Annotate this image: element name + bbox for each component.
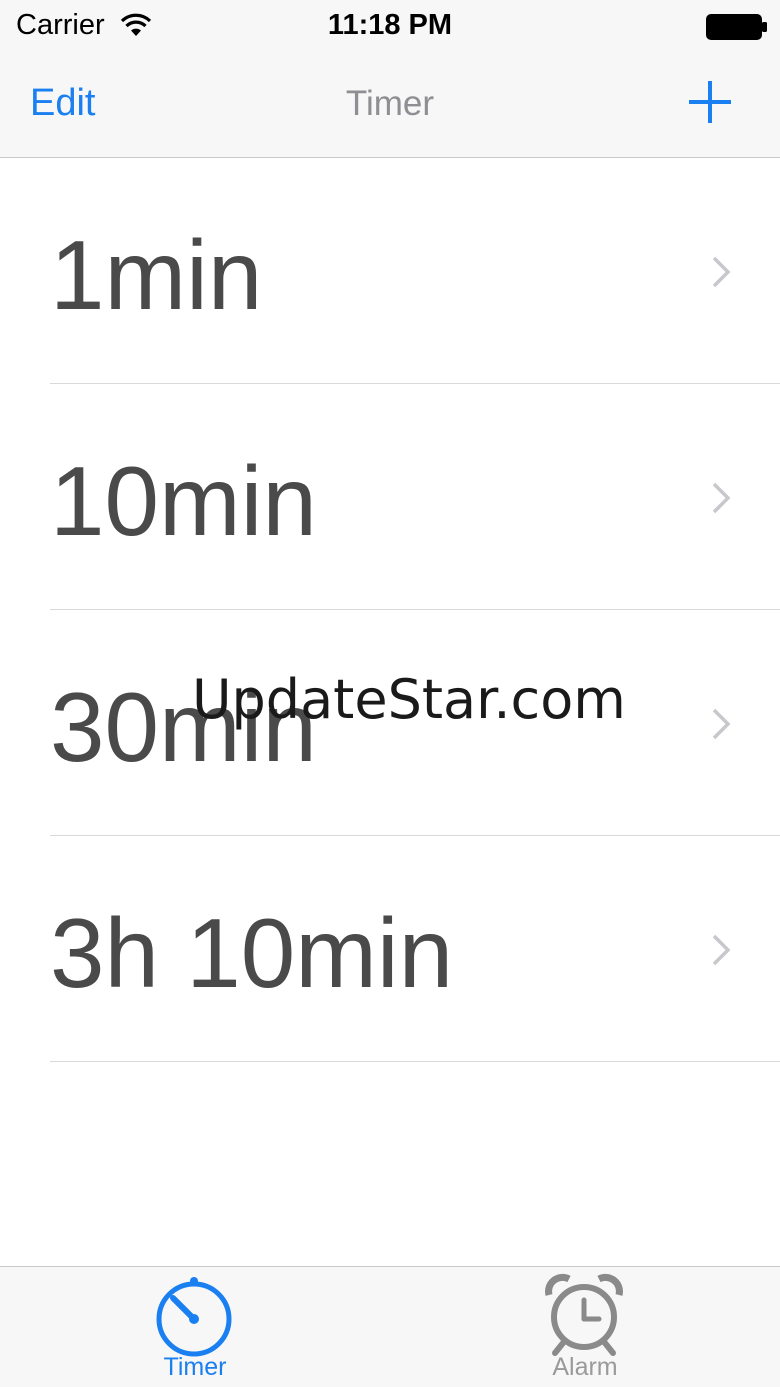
chevron-right-icon (712, 934, 731, 966)
watermark: UpdateStar.com (192, 668, 626, 731)
alarm-clock-icon (545, 1273, 623, 1356)
tab-bar: Timer Alarm (0, 1266, 780, 1387)
timer-label: 3h 10min (50, 898, 454, 1008)
navigation-bar: Edit Timer (0, 54, 780, 158)
battery-icon (706, 14, 767, 40)
add-icon[interactable] (686, 78, 734, 126)
timer-list: 1min 10min 30min 3h 10min (0, 158, 780, 1062)
chevron-right-icon (712, 482, 731, 514)
status-bar: Carrier 11:18 PM (0, 0, 780, 54)
chevron-right-icon (712, 256, 731, 288)
timer-row-10min[interactable]: 10min (0, 384, 780, 610)
tab-timer[interactable]: Timer (0, 1267, 390, 1387)
status-time: 11:18 PM (327, 9, 453, 41)
tab-label-timer: Timer (163, 1353, 227, 1381)
tab-alarm[interactable]: Alarm (390, 1267, 780, 1387)
stopwatch-icon (156, 1277, 232, 1357)
tab-label-alarm: Alarm (552, 1353, 618, 1381)
timer-row-3h-10min[interactable]: 3h 10min (0, 836, 780, 1062)
page-title: Timer (345, 84, 435, 123)
timer-label: 1min (50, 220, 263, 330)
chevron-right-icon (712, 708, 731, 740)
timer-screen: Carrier 11:18 PM Edit Timer 1min 10min 3… (0, 0, 780, 1387)
timer-row-1min[interactable]: 1min (0, 158, 780, 384)
timer-label: 10min (50, 446, 317, 556)
